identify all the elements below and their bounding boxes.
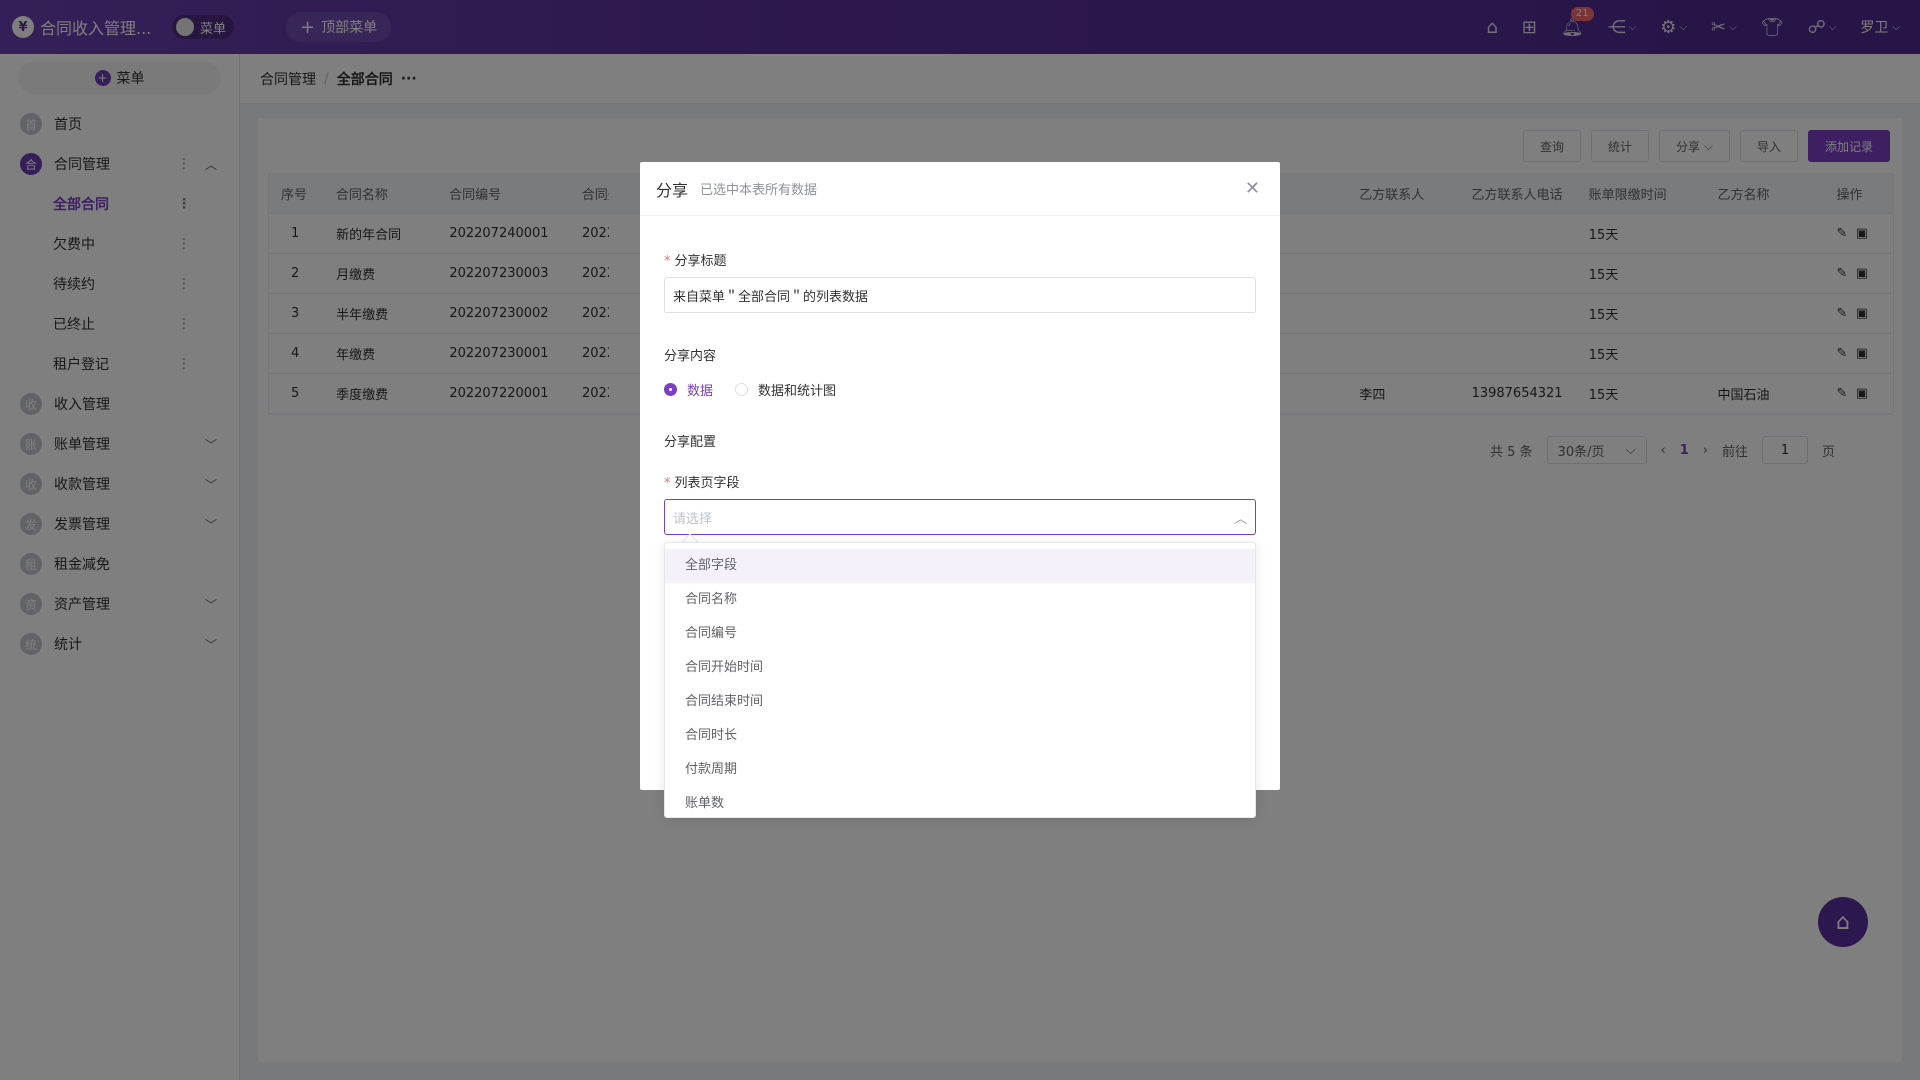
share-title-input[interactable]: 来自菜单＂全部合同＂的列表数据 (664, 277, 1256, 313)
list-fields-placeholder: 请选择 (673, 511, 713, 527)
dropdown-option[interactable]: 账单数 (665, 787, 1255, 817)
dialog-body: * 分享标题 来自菜单＂全部合同＂的列表数据 分享内容 数据 数据和统计图 分享配… (640, 250, 1280, 535)
list-fields-select[interactable]: 请选择 ︿ (664, 499, 1256, 535)
list-fields-label-text: 列表页字段 (674, 476, 740, 491)
dropdown-option[interactable]: 合同编号 (665, 617, 1255, 651)
share-config-label: 分享配置 (664, 435, 717, 450)
fields-dropdown: 全部字段 合同名称 合同编号 合同开始时间 合同结束时间 合同时长 付款周期 账… (664, 542, 1256, 818)
chevron-up-icon: ︿ (1233, 511, 1247, 527)
share-content-radio-group: 数据 数据和统计图 (664, 380, 1256, 399)
radio-data-and-chart[interactable]: 数据和统计图 (735, 380, 836, 399)
share-title-label-text: 分享标题 (674, 254, 727, 269)
dialog-header: 分享 已选中本表所有数据 ✕ (640, 162, 1280, 216)
dropdown-option[interactable]: 付款周期 (665, 753, 1255, 787)
dropdown-option[interactable]: 合同开始时间 (665, 651, 1255, 685)
close-icon[interactable]: ✕ (1245, 178, 1260, 199)
radio-data[interactable]: 数据 (664, 380, 713, 399)
list-fields-label: * 列表页字段 (664, 476, 740, 491)
share-content-label: 分享内容 (664, 349, 717, 364)
dialog-title: 分享 (656, 180, 689, 200)
radio-data-and-chart-label: 数据和统计图 (758, 384, 837, 399)
radio-data-label: 数据 (687, 384, 714, 399)
dropdown-option[interactable]: 合同时长 (665, 719, 1255, 753)
dropdown-option[interactable]: 合同名称 (665, 583, 1255, 617)
dropdown-option[interactable]: 合同结束时间 (665, 685, 1255, 719)
dialog-subtitle: 已选中本表所有数据 (700, 183, 818, 198)
share-title-label: * 分享标题 (664, 254, 727, 269)
dropdown-option[interactable]: 全部字段 (665, 549, 1255, 583)
